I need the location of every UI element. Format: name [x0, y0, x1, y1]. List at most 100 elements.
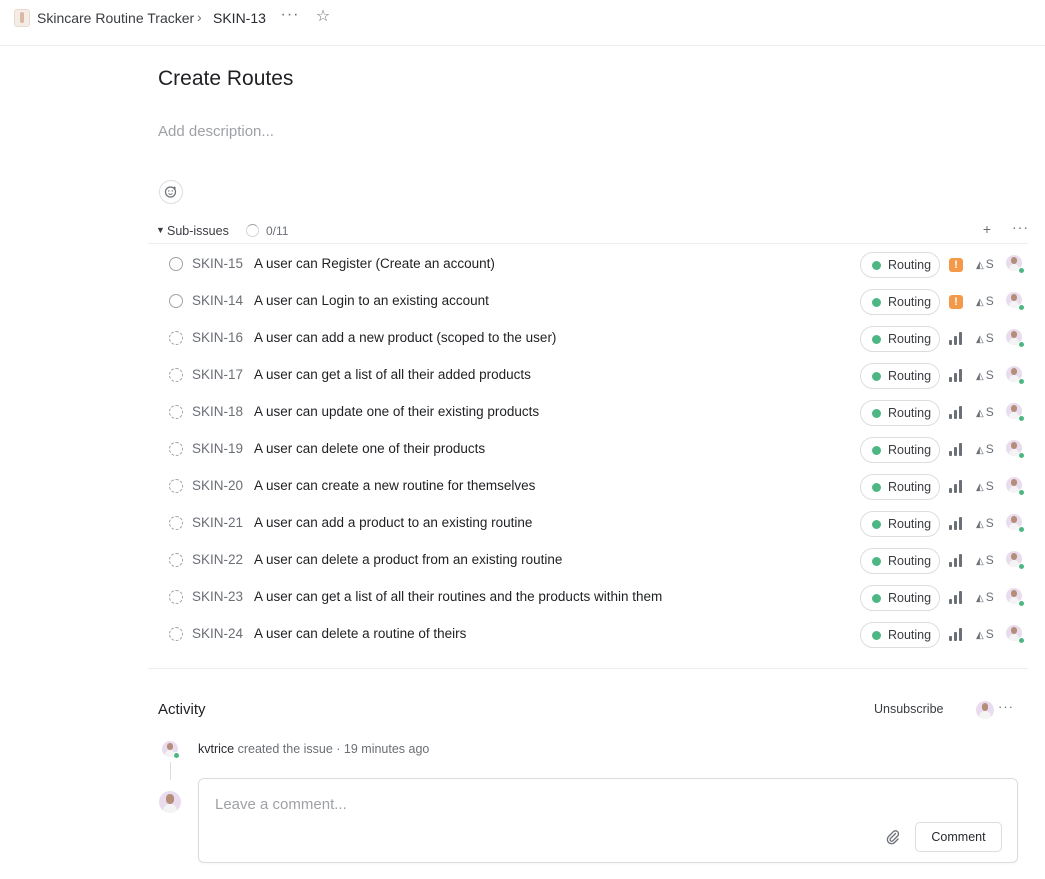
- breadcrumb-project[interactable]: Skincare Routine Tracker: [37, 10, 194, 26]
- sub-issue-title[interactable]: A user can update one of their existing …: [254, 404, 539, 419]
- estimate-badge[interactable]: ◭ S: [976, 516, 994, 530]
- sub-issue-row[interactable]: SKIN-24 A user can delete a routine of t…: [148, 615, 1028, 652]
- breadcrumb-separator: ›: [197, 9, 202, 25]
- event-user[interactable]: kvtrice: [198, 742, 234, 756]
- label-badge[interactable]: Routing: [860, 252, 940, 278]
- paperclip-icon[interactable]: [885, 829, 901, 845]
- backlog-status-icon[interactable]: [169, 553, 183, 567]
- sub-issue-title[interactable]: A user can delete one of their products: [254, 441, 485, 456]
- comment-button[interactable]: Comment: [915, 822, 1002, 852]
- online-indicator: [1018, 600, 1025, 607]
- label-badge[interactable]: Routing: [860, 548, 940, 574]
- sub-issues-more-icon[interactable]: ···: [1012, 219, 1028, 235]
- label-badge[interactable]: Routing: [860, 585, 940, 611]
- comment-input[interactable]: [215, 793, 815, 815]
- signal-bars-icon[interactable]: [949, 443, 963, 456]
- online-indicator: [1018, 452, 1025, 459]
- emoji-reaction-icon: [164, 186, 177, 198]
- collapse-caret-icon[interactable]: ▼: [156, 225, 165, 235]
- backlog-status-icon[interactable]: [169, 405, 183, 419]
- subscriber-avatar[interactable]: [976, 701, 994, 719]
- sub-issues-label[interactable]: Sub-issues: [167, 224, 229, 238]
- signal-bars-icon[interactable]: [949, 517, 963, 530]
- signal-bars-icon[interactable]: [949, 554, 963, 567]
- label-badge[interactable]: Routing: [860, 474, 940, 500]
- label-badge[interactable]: Routing: [860, 400, 940, 426]
- breadcrumb-issue-id[interactable]: SKIN-13: [213, 10, 266, 26]
- urgent-priority-icon[interactable]: !: [949, 295, 963, 309]
- sub-issue-row[interactable]: SKIN-22 A user can delete a product from…: [148, 541, 1028, 578]
- emoji-reaction-button[interactable]: [159, 180, 183, 204]
- sub-issue-row[interactable]: SKIN-23 A user can get a list of all the…: [148, 578, 1028, 615]
- star-icon[interactable]: ☆: [313, 6, 333, 28]
- label-badge[interactable]: Routing: [860, 511, 940, 537]
- signal-bars-icon[interactable]: [949, 332, 963, 345]
- backlog-status-icon[interactable]: [169, 368, 183, 382]
- issue-title[interactable]: Create Routes: [158, 67, 293, 91]
- more-options-icon[interactable]: ···: [280, 6, 300, 28]
- todo-status-icon[interactable]: [169, 257, 183, 271]
- unsubscribe-button[interactable]: Unsubscribe: [868, 700, 949, 720]
- signal-bars-icon[interactable]: [949, 406, 963, 419]
- sub-issues-count: 0/11: [266, 224, 289, 238]
- sub-issue-row[interactable]: SKIN-19 A user can delete one of their p…: [148, 430, 1028, 467]
- sub-issue-title[interactable]: A user can Login to an existing account: [254, 293, 489, 308]
- estimate-badge[interactable]: ◭ S: [976, 442, 994, 456]
- estimate-badge[interactable]: ◭ S: [976, 479, 994, 493]
- estimate-value: S: [985, 331, 994, 345]
- backlog-status-icon[interactable]: [169, 627, 183, 641]
- label-badge[interactable]: Routing: [860, 289, 940, 315]
- sub-issue-row[interactable]: SKIN-21 A user can add a product to an e…: [148, 504, 1028, 541]
- urgent-priority-icon[interactable]: !: [949, 258, 963, 272]
- label-text: Routing: [888, 517, 932, 531]
- backlog-status-icon[interactable]: [169, 331, 183, 345]
- sub-issue-title[interactable]: A user can Register (Create an account): [254, 256, 495, 271]
- sub-issue-title[interactable]: A user can get a list of all their added…: [254, 367, 531, 382]
- sub-issue-title[interactable]: A user can get a list of all their routi…: [254, 589, 662, 604]
- estimate-badge[interactable]: ◭ S: [976, 627, 994, 641]
- sub-issue-title[interactable]: A user can add a new product (scoped to …: [254, 330, 556, 345]
- estimate-badge[interactable]: ◭ S: [976, 553, 994, 567]
- event-time: 19 minutes ago: [343, 742, 430, 756]
- label-text: Routing: [888, 591, 932, 605]
- signal-bars-icon[interactable]: [949, 480, 963, 493]
- label-badge[interactable]: Routing: [860, 437, 940, 463]
- backlog-status-icon[interactable]: [169, 479, 183, 493]
- label-dot-icon: [872, 409, 881, 418]
- label-badge[interactable]: Routing: [860, 622, 940, 648]
- signal-bars-icon[interactable]: [949, 591, 963, 604]
- description-placeholder[interactable]: Add description...: [158, 123, 274, 140]
- sub-issue-row[interactable]: SKIN-15 A user can Register (Create an a…: [148, 245, 1028, 282]
- label-badge[interactable]: Routing: [860, 326, 940, 352]
- add-sub-issue-button[interactable]: +: [980, 221, 994, 237]
- sub-issue-title[interactable]: A user can create a new routine for them…: [254, 478, 535, 493]
- sub-issue-title[interactable]: A user can add a product to an existing …: [254, 515, 532, 530]
- sub-issue-id: SKIN-19: [192, 441, 244, 456]
- estimate-badge[interactable]: ◭ S: [976, 368, 994, 382]
- online-indicator: [1018, 563, 1025, 570]
- estimate-badge[interactable]: ◭ S: [976, 294, 994, 308]
- triangle-icon: ◭: [976, 556, 984, 567]
- sub-issue-title[interactable]: A user can delete a product from an exis…: [254, 552, 562, 567]
- triangle-icon: ◭: [976, 260, 984, 271]
- sub-issue-row[interactable]: SKIN-14 A user can Login to an existing …: [148, 282, 1028, 319]
- sub-issue-row[interactable]: SKIN-17 A user can get a list of all the…: [148, 356, 1028, 393]
- estimate-badge[interactable]: ◭ S: [976, 331, 994, 345]
- estimate-badge[interactable]: ◭ S: [976, 405, 994, 419]
- sub-issue-title[interactable]: A user can delete a routine of theirs: [254, 626, 466, 641]
- estimate-badge[interactable]: ◭ S: [976, 257, 994, 271]
- todo-status-icon[interactable]: [169, 294, 183, 308]
- signal-bars-icon[interactable]: [949, 628, 963, 641]
- signal-bars-icon[interactable]: [949, 369, 963, 382]
- online-indicator: [1018, 637, 1025, 644]
- sub-issue-row[interactable]: SKIN-20 A user can create a new routine …: [148, 467, 1028, 504]
- backlog-status-icon[interactable]: [169, 590, 183, 604]
- label-badge[interactable]: Routing: [860, 363, 940, 389]
- activity-more-icon[interactable]: ···: [998, 699, 1014, 714]
- sub-issue-row[interactable]: SKIN-18 A user can update one of their e…: [148, 393, 1028, 430]
- estimate-badge[interactable]: ◭ S: [976, 590, 994, 604]
- backlog-status-icon[interactable]: [169, 516, 183, 530]
- sub-issue-row[interactable]: SKIN-16 A user can add a new product (sc…: [148, 319, 1028, 356]
- progress-ring-icon: [246, 224, 259, 237]
- backlog-status-icon[interactable]: [169, 442, 183, 456]
